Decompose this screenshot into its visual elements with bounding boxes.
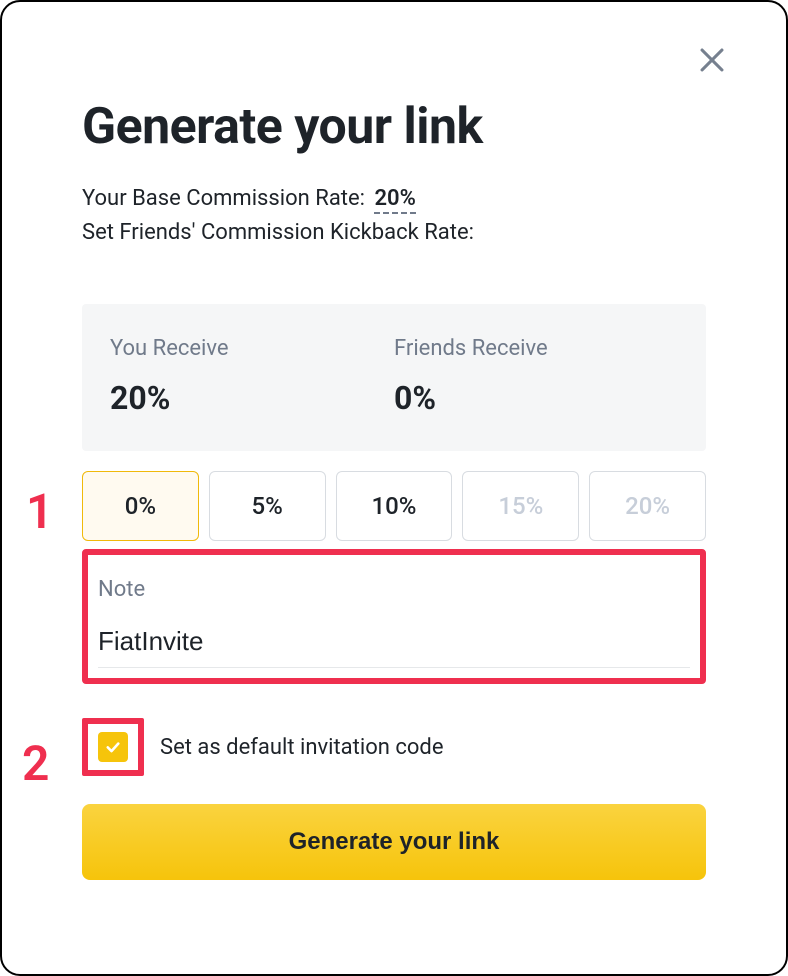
modal-title: Generate your link <box>82 98 706 156</box>
default-code-label: Set as default invitation code <box>160 735 444 760</box>
distribution-box: You Receive 20% Friends Receive 0% <box>82 304 706 451</box>
friends-receive-value: 0% <box>394 379 678 417</box>
kickback-option-15: 15% <box>462 471 579 541</box>
default-code-checkbox[interactable] <box>98 732 128 762</box>
note-section: Note <box>82 549 706 684</box>
base-rate-value: 20% <box>374 186 415 214</box>
friends-receive-label: Friends Receive <box>394 336 678 361</box>
base-rate-label: Your Base Commission Rate: <box>82 186 365 211</box>
note-label: Note <box>98 577 690 602</box>
you-receive-label: You Receive <box>110 336 394 361</box>
you-receive-col: You Receive 20% <box>110 336 394 417</box>
base-rate-line: Your Base Commission Rate: 20% <box>82 182 706 216</box>
note-input[interactable] <box>98 622 690 668</box>
annotation-1: 1 <box>26 488 53 536</box>
annotation-2: 2 <box>22 740 49 788</box>
you-receive-value: 20% <box>110 379 394 417</box>
kickback-option-10[interactable]: 10% <box>336 471 453 541</box>
close-icon <box>695 43 729 77</box>
friends-receive-col: Friends Receive 0% <box>394 336 678 417</box>
default-code-row: Set as default invitation code <box>82 718 706 776</box>
generate-link-button[interactable]: Generate your link <box>82 804 706 880</box>
kickback-options-row: 0% 5% 10% 15% 20% <box>82 471 706 541</box>
kickback-option-5[interactable]: 5% <box>209 471 326 541</box>
kickback-option-20: 20% <box>589 471 706 541</box>
checkbox-highlight <box>82 718 144 776</box>
check-icon <box>104 738 122 756</box>
kickback-rate-label: Set Friends' Commission Kickback Rate: <box>82 216 706 250</box>
generate-link-modal: Generate your link Your Base Commission … <box>0 0 788 976</box>
kickback-option-0[interactable]: 0% <box>82 471 199 541</box>
close-button[interactable] <box>694 42 730 78</box>
